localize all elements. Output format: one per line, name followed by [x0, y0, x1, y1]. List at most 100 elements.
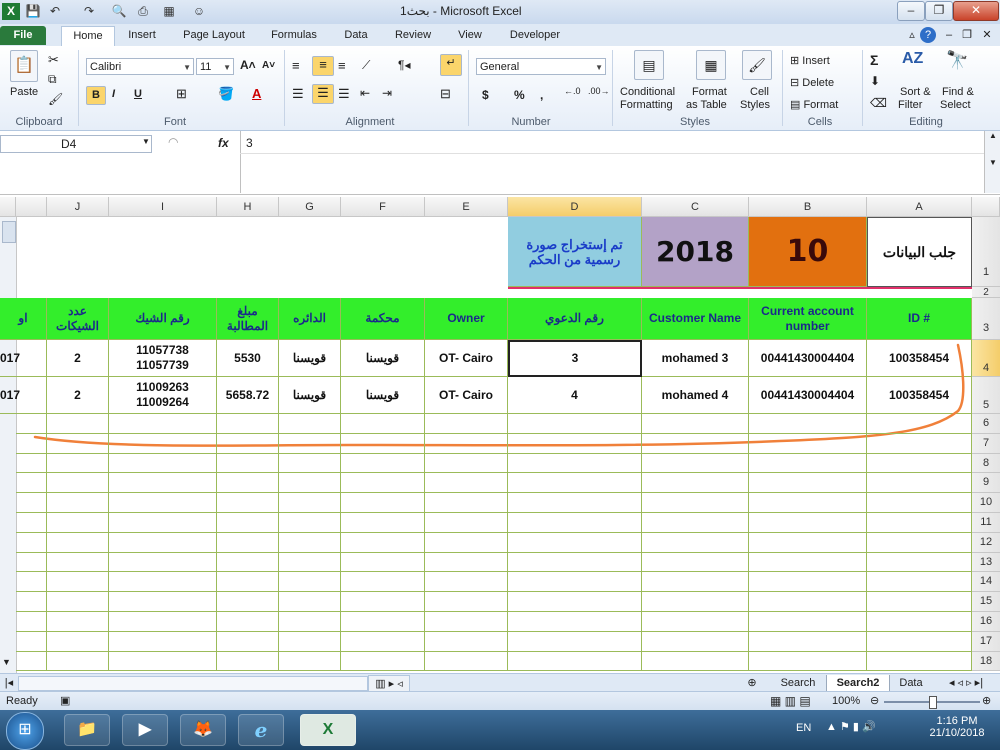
tray-icons[interactable]: ▲ ⚑ ▮ 🔊 [826, 720, 876, 733]
decrease-decimal-icon[interactable]: .00→ [588, 86, 610, 96]
format-cells-button[interactable]: ▤ Format [790, 98, 838, 111]
bold-button[interactable]: B [86, 86, 106, 105]
formula-bar-scroll[interactable]: ▲ ▼ [984, 131, 1000, 193]
row-header-6[interactable]: 6 [972, 414, 1000, 434]
decrease-indent-icon[interactable]: ⇤ [360, 86, 370, 100]
grow-font-icon[interactable]: A˄ [240, 58, 256, 72]
comma-button[interactable]: , [540, 88, 543, 102]
conditional-formatting-icon[interactable]: ▤ [634, 50, 664, 80]
minimize-button[interactable]: – [897, 1, 925, 21]
collapse-ribbon-icon[interactable]: ▵ [905, 26, 919, 45]
insert-cells-button[interactable]: ⊞ Insert [790, 54, 830, 67]
save-icon[interactable]: 💾 [24, 3, 42, 20]
align-bottom-icon[interactable]: ≡ [338, 58, 346, 73]
clock[interactable]: 1:16 PM 21/10/2018 [922, 715, 992, 739]
cell-styles-icon[interactable]: 🖌 [742, 50, 772, 80]
media-player-icon[interactable]: ▶ [122, 714, 168, 746]
zoom-level[interactable]: 100% [832, 695, 860, 707]
doc-restore-icon[interactable]: ❐ [960, 26, 974, 45]
internet-explorer-icon[interactable]: e [238, 714, 284, 746]
new-sheet-icon[interactable]: ⊕ [740, 675, 764, 691]
maximize-button[interactable]: ❐ [925, 1, 953, 21]
row-header-18[interactable]: 18 [972, 651, 1000, 672]
fill-color-icon[interactable]: 🪣 [218, 86, 234, 102]
find-select-label[interactable]: Find & [942, 86, 974, 98]
row-header-10[interactable]: 10 [972, 493, 1000, 513]
quick-print-icon[interactable]: ⎙ [134, 3, 152, 20]
align-top-icon[interactable]: ≡ [292, 58, 300, 73]
view-buttons[interactable]: ▦ ▥ ▤ [770, 694, 828, 708]
help-icon[interactable]: ? [920, 27, 936, 43]
sort-filter-label2[interactable]: Filter [898, 99, 922, 111]
first-sheet-icon[interactable]: |◂ [2, 675, 16, 691]
sheet-nav-icons[interactable]: ◂ ◃ ▹ ▸| [934, 675, 998, 691]
sheet-tab-search2[interactable]: Search2 [826, 675, 890, 692]
smiley-icon[interactable]: ☺ [190, 3, 208, 20]
align-center-icon[interactable]: ☰ [312, 84, 334, 104]
copy-icon[interactable]: ⧉ [48, 72, 57, 87]
row-header-1[interactable]: 1 [972, 217, 1000, 287]
undo-icon[interactable]: ↶ [46, 3, 64, 20]
borders-icon[interactable]: ⊞ [176, 86, 187, 102]
doc-minimize-icon[interactable]: – [942, 26, 956, 45]
row-header-7[interactable]: 7 [972, 433, 1000, 454]
row-header-11[interactable]: 11 [972, 513, 1000, 533]
clear-icon[interactable]: ⌫ [870, 96, 887, 110]
select-all-corner[interactable] [972, 197, 1000, 217]
tab-insert[interactable]: Insert [120, 26, 164, 45]
row-header-17[interactable]: 17 [972, 631, 1000, 652]
row-header-8[interactable]: 8 [972, 453, 1000, 474]
format-painter-icon[interactable]: 🖌 [48, 92, 63, 106]
fill-icon[interactable]: ⬇ [870, 74, 880, 88]
row-header-13[interactable]: 13 [972, 552, 1000, 573]
italic-button[interactable]: I [112, 88, 115, 100]
number-format-combo[interactable]: General ▼ [476, 58, 606, 75]
format-as-table-label2[interactable]: as Table [686, 99, 727, 111]
insert-function-button[interactable]: fx [218, 136, 229, 150]
paste-icon[interactable]: 📋 [10, 50, 38, 82]
wrap-text-icon[interactable]: ↵ [440, 54, 462, 76]
language-indicator[interactable]: EN [796, 722, 811, 734]
chevron-down-icon[interactable]: ▼ [142, 137, 150, 146]
currency-button[interactable]: $ [482, 88, 489, 102]
cell-styles-label2[interactable]: Styles [740, 99, 770, 111]
macro-record-icon[interactable]: ▣ [60, 694, 70, 707]
align-right-icon[interactable]: ☰ [338, 86, 350, 102]
autosum-button[interactable]: Σ [870, 52, 878, 68]
excel-taskbar-icon[interactable]: X [300, 714, 356, 746]
increase-indent-icon[interactable]: ⇥ [382, 86, 392, 100]
zoom-in-icon[interactable]: ⊕ [982, 694, 991, 707]
row-header-15[interactable]: 15 [972, 592, 1000, 612]
tab-view[interactable]: View [450, 26, 490, 45]
find-select-icon[interactable]: 🔭 [946, 50, 968, 71]
format-as-table-label[interactable]: Format [692, 86, 727, 98]
file-explorer-icon[interactable]: 📁 [64, 714, 110, 746]
doc-close-icon[interactable]: ✕ [980, 26, 994, 45]
paste-button[interactable]: Paste [10, 86, 38, 98]
row-header-14[interactable]: 14 [972, 572, 1000, 593]
redo-icon[interactable]: ↷ [80, 3, 98, 20]
shrink-font-icon[interactable]: A˅ [262, 60, 275, 71]
sheet-tab-data[interactable]: Data [890, 675, 932, 691]
zoom-out-icon[interactable]: ⊖ [870, 694, 879, 707]
find-select-label2[interactable]: Select [940, 99, 971, 111]
name-box[interactable]: D4 [0, 135, 152, 153]
sheet-tab-search[interactable]: Search [772, 675, 824, 691]
tab-developer[interactable]: Developer [502, 26, 568, 45]
close-button[interactable]: ✕ [953, 1, 999, 21]
tab-home[interactable]: Home [61, 26, 115, 46]
tab-data[interactable]: Data [336, 26, 376, 45]
tab-review[interactable]: Review [388, 26, 438, 45]
sort-filter-icon[interactable]: AZ [902, 50, 923, 68]
row-header-5[interactable]: 5 [972, 377, 1000, 414]
delete-cells-button[interactable]: ⊟ Delete [790, 76, 834, 89]
orientation-icon[interactable]: ⟋ [362, 58, 370, 73]
worksheet-grid[interactable]: J I H G F E D C B A ▼ 1 2 3 4 5 تم إستخر… [0, 197, 1000, 673]
increase-decimal-icon[interactable]: ←.0 [564, 86, 581, 96]
merge-center-icon[interactable]: ⊟ [440, 86, 451, 102]
firefox-icon[interactable]: 🦊 [180, 714, 226, 746]
row-header-2[interactable]: 2 [972, 287, 1000, 298]
rtl-icon[interactable]: ¶◂ [398, 58, 410, 72]
tab-file[interactable]: File [0, 26, 46, 45]
row-header-4[interactable]: 4 [972, 340, 1000, 377]
